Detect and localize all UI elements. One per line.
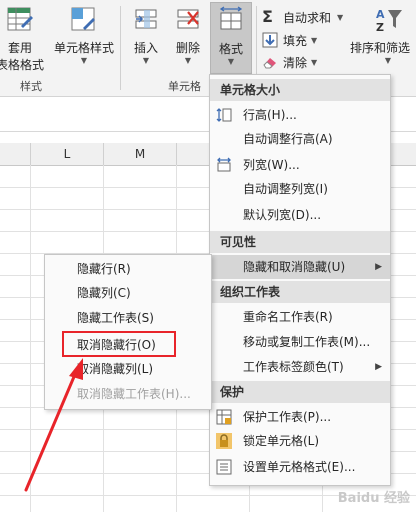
cell-style-label: 单元格样式: [53, 41, 114, 55]
group-divider: [120, 6, 121, 90]
menu-item-lock-cell[interactable]: 锁定单元格(L): [210, 429, 390, 453]
autofit-col-label: 自动调整列宽(I): [243, 182, 328, 196]
chevron-down-icon: ▼: [337, 12, 344, 22]
section-organize: 组织工作表: [210, 281, 390, 303]
chevron-down-icon: ▼: [227, 57, 235, 66]
row-height-label: 行高(H)...: [243, 108, 297, 122]
chevron-down-icon: ▼: [384, 56, 392, 65]
insert-label: 插入: [133, 41, 158, 55]
autosum-button[interactable]: Σ 自动求和 ▼: [262, 6, 343, 28]
col-width-label: 列宽(W)...: [243, 158, 300, 172]
tab-color-label: 工作表标签颜色(T): [243, 360, 344, 374]
format-cells-dialog-icon: [216, 459, 232, 475]
fill-down-icon: [262, 32, 278, 48]
format-button[interactable]: 格式 ▼: [210, 2, 252, 74]
unhide-cols-label: 取消隐藏列(L): [77, 362, 154, 376]
delete-cells-icon: [177, 9, 199, 29]
hide-sheet-label: 隐藏工作表(S): [77, 311, 154, 325]
chevron-down-icon: ▼: [311, 57, 318, 67]
autofit-row-label: 自动调整行高(A): [243, 132, 333, 146]
section-visibility: 可见性: [210, 231, 390, 253]
cell-style-button[interactable]: 单元格样式 ▼: [52, 4, 116, 65]
menu-item-autofit-col[interactable]: 自动调整列宽(I): [210, 177, 390, 201]
format-dropdown-menu: 单元格大小 行高(H)... 自动调整行高(A) 列宽(W)... 自动调整列宽…: [209, 74, 391, 486]
svg-text:A: A: [376, 8, 385, 21]
chevron-down-icon: ▼: [80, 56, 88, 65]
insert-cells-icon: [135, 9, 157, 29]
unhide-sheet-label: 取消隐藏工作表(H)...: [77, 387, 191, 401]
row-height-icon: [216, 108, 232, 122]
eraser-icon: [263, 58, 276, 69]
style-group-label: 样式: [20, 80, 42, 93]
format-cells-icon: [219, 6, 243, 30]
submenu-item-hide-rows[interactable]: 隐藏行(R): [45, 257, 211, 282]
column-width-icon: [217, 157, 231, 172]
sort-filter-label: 排序和筛选: [350, 41, 411, 55]
format-cells-label: 设置单元格格式(E)...: [243, 460, 356, 474]
hide-rows-label: 隐藏行(R): [77, 262, 131, 276]
menu-item-hide-unhide[interactable]: 隐藏和取消隐藏(U) ▶: [210, 255, 390, 279]
delete-label: 删除: [175, 41, 200, 55]
lock-cell-label: 锁定单元格(L): [243, 434, 320, 448]
default-width-label: 默认列宽(D)...: [243, 208, 322, 222]
protect-sheet-label: 保护工作表(P)...: [243, 410, 332, 424]
sigma-icon: Σ: [262, 7, 273, 26]
submenu-item-unhide-sheet: 取消隐藏工作表(H)...: [45, 382, 211, 407]
protect-sheet-icon: [216, 409, 232, 425]
sort-filter-icon: A Z: [376, 8, 402, 34]
apply-table-label-2: 表格格式: [0, 58, 44, 72]
menu-item-default-width[interactable]: 默认列宽(D)...: [210, 203, 390, 227]
cells-group-label: 单元格: [168, 80, 201, 93]
chevron-down-icon: ▼: [311, 35, 318, 45]
format-label: 格式: [218, 42, 243, 56]
submenu-item-hide-cols[interactable]: 隐藏列(C): [45, 281, 211, 306]
svg-text:Z: Z: [376, 21, 384, 34]
section-protect: 保护: [210, 381, 390, 403]
move-copy-label: 移动或复制工作表(M)...: [243, 335, 371, 349]
hide-cols-label: 隐藏列(C): [77, 286, 131, 300]
menu-item-row-height[interactable]: 行高(H)...: [210, 103, 390, 127]
chevron-right-icon: ▶: [375, 262, 382, 272]
insert-button[interactable]: 插入 ▼: [124, 4, 168, 65]
menu-item-col-width[interactable]: 列宽(W)...: [210, 153, 390, 177]
chevron-right-icon: ▶: [375, 362, 382, 372]
section-cell-size: 单元格大小: [210, 79, 390, 101]
autosum-label: 自动求和: [283, 10, 332, 25]
menu-item-autofit-row[interactable]: 自动调整行高(A): [210, 127, 390, 151]
fill-button[interactable]: 填充 ▼: [262, 29, 317, 51]
sort-filter-button[interactable]: A Z 排序和筛选 ▼: [350, 4, 416, 65]
watermark: Baidu 经验: [337, 491, 410, 506]
chevron-down-icon: ▼: [184, 56, 192, 65]
rename-sheet-label: 重命名工作表(R): [243, 310, 333, 324]
table-format-icon: [7, 7, 33, 31]
lock-icon: [216, 433, 232, 449]
cell-style-icon: [71, 7, 95, 31]
apply-table-format-button[interactable]: 套用 表格格式: [0, 4, 48, 73]
menu-item-format-cells[interactable]: 设置单元格格式(E)...: [210, 455, 390, 479]
highlight-box: [62, 331, 176, 357]
chevron-down-icon: ▼: [142, 56, 150, 65]
menu-item-tab-color[interactable]: 工作表标签颜色(T) ▶: [210, 355, 390, 379]
menu-item-move-copy[interactable]: 移动或复制工作表(M)...: [210, 330, 390, 354]
delete-button[interactable]: 删除 ▼: [166, 4, 210, 65]
submenu-item-unhide-cols[interactable]: 取消隐藏列(L): [45, 357, 211, 382]
menu-item-rename-sheet[interactable]: 重命名工作表(R): [210, 305, 390, 329]
hide-unhide-label: 隐藏和取消隐藏(U): [243, 260, 346, 274]
clear-button[interactable]: 清除 ▼: [262, 51, 317, 73]
clear-label: 清除: [283, 55, 308, 70]
submenu-item-hide-sheet[interactable]: 隐藏工作表(S): [45, 306, 211, 331]
menu-item-protect-sheet[interactable]: 保护工作表(P)...: [210, 405, 390, 429]
fill-label: 填充: [283, 33, 308, 48]
apply-table-label-1: 套用: [7, 41, 32, 55]
